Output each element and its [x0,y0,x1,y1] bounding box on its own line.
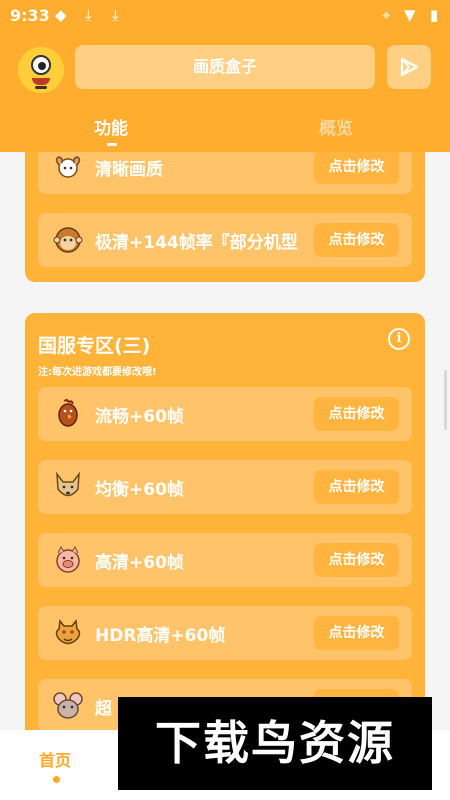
wifi-icon: ▼ [404,6,416,24]
status-time: 9:33 [10,6,50,25]
status-bar: 9:33 ◆ ⤓ ⤓ ⌖ ▼ ▮ [0,0,450,30]
feature-card: 清晰画质 点击修改 极清+144帧率『部分机型 点击修改 [25,152,425,282]
server-card: 国服专区(三) i 注:每次进游戏都要修改哦! 流畅+60帧 点击修改 均衡+6… [25,313,425,730]
pig-icon [56,545,80,573]
modify-button[interactable]: 点击修改 [314,470,399,504]
dragon-icon [55,619,81,645]
modify-button[interactable]: 点击修改 [314,616,399,650]
download-icon: ⤓ [85,6,92,24]
modify-button[interactable]: 点击修改 [314,152,399,184]
card-note: 注:每次进游戏都要修改哦! [38,367,157,378]
watermark: 下载鸟资源 [118,697,432,790]
rat-icon [53,692,83,719]
dog-icon [56,471,80,497]
row-label: HDR高清+60帧 [95,626,226,646]
list-item: 流畅+60帧 点击修改 [38,387,412,441]
row-label: 高清+60帧 [95,553,184,573]
card-title: 国服专区(三) [38,335,151,357]
battery-icon: ▮ [430,6,439,24]
tag-icon: ◆ [55,6,67,24]
tab-features[interactable]: 功能 [94,114,128,139]
ram-icon [55,156,81,178]
nav-active-dot [53,776,60,783]
play-button[interactable] [387,45,431,89]
monkey-icon [53,227,83,253]
list-item: 清晰画质 点击修改 [38,152,412,194]
tab-overview[interactable]: 概览 [319,114,353,139]
list-item: 极清+144帧率『部分机型 点击修改 [38,213,412,267]
page-title[interactable]: 画质盒子 [75,45,375,89]
row-label: 均衡+60帧 [95,480,184,500]
list-item: 高清+60帧 点击修改 [38,533,412,587]
avatar[interactable] [18,47,64,93]
row-label: 极清+144帧率『部分机型 [95,233,298,253]
list-item: 均衡+60帧 点击修改 [38,460,412,514]
row-label: 清晰画质 [95,160,163,180]
location-icon: ⌖ [382,6,391,24]
play-icon [400,57,419,77]
row-label: 流畅+60帧 [95,407,184,427]
modify-button[interactable]: 点击修改 [314,543,399,577]
content-scroll[interactable]: 清晰画质 点击修改 极清+144帧率『部分机型 点击修改 国服专区(三) i 注… [0,152,450,730]
download-icon: ⤓ [112,6,119,24]
app-header: 画质盒子 功能 概览 [0,30,450,152]
modify-button[interactable]: 点击修改 [314,223,399,257]
nav-home[interactable]: 首页 [39,747,71,771]
tab-indicator [107,143,117,146]
list-item: HDR高清+60帧 点击修改 [38,606,412,660]
rooster-icon [58,399,78,427]
info-icon[interactable]: i [388,328,410,350]
scrollbar[interactable] [444,370,447,430]
modify-button[interactable]: 点击修改 [314,397,399,431]
